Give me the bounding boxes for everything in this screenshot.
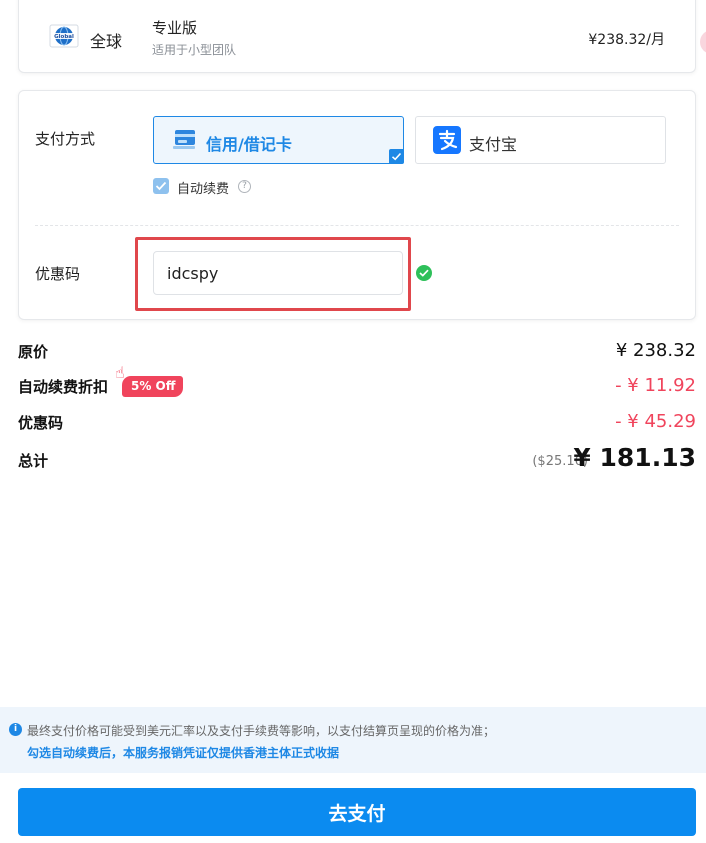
divider xyxy=(35,225,679,226)
payment-notice: i 最终支付价格可能受到美元汇率以及支付手续费等影响，以支付结算页呈现的价格为准… xyxy=(0,707,706,773)
alipay-icon xyxy=(433,126,461,158)
plan-price: ¥238.32/月 xyxy=(588,32,665,48)
plan-card: Global 全球 专业版 适用于小型团队 ¥238.32/月 xyxy=(18,0,696,73)
auto-renew-discount-label: 自动续费折扣 xyxy=(18,378,109,396)
coupon-discount-value: - ¥ 45.29 xyxy=(615,411,696,432)
auto-renew-discount-value: - ¥ 11.92 xyxy=(615,375,696,396)
global-region-logo-icon: Global xyxy=(49,24,79,48)
discount-badge: 5% Off xyxy=(122,376,184,397)
coupon-label: 优惠码 xyxy=(35,265,81,283)
selected-check-icon xyxy=(389,149,404,164)
total-label: 总计 xyxy=(18,452,49,470)
total-row: 总计 ($25.16) ¥ 181.13 xyxy=(18,443,696,473)
help-question-icon[interactable]: ? xyxy=(238,180,251,193)
coupon-valid-check-icon xyxy=(416,265,432,281)
coupon-discount-row: 优惠码 - ¥ 45.29 xyxy=(18,409,696,435)
payment-method-label: 支付方式 xyxy=(35,130,96,148)
payment-option-alipay[interactable]: 支付宝 xyxy=(415,116,666,164)
notice-line-2: 勾选自动续费后，本服务报销凭证仅提供香港主体正式收据 xyxy=(27,746,340,760)
original-price-label: 原价 xyxy=(18,343,49,361)
original-price-row: 原价 ¥ 238.32 xyxy=(18,338,696,364)
auto-renew-discount-row: 自动续费折扣 5% Off ☝ - ¥ 11.92 xyxy=(18,363,696,399)
total-value: ¥ 181.13 xyxy=(573,443,696,472)
auto-renew-checkbox[interactable] xyxy=(153,178,169,194)
alipay-label: 支付宝 xyxy=(469,135,518,154)
region-label: 全球 xyxy=(90,32,123,51)
info-icon: i xyxy=(9,723,22,736)
plan-description: 适用于小型团队 xyxy=(152,43,237,57)
coupon-discount-label: 优惠码 xyxy=(18,414,64,432)
pay-button[interactable]: 去支付 xyxy=(18,788,696,836)
plan-name: 专业版 xyxy=(152,19,198,37)
side-avatar[interactable] xyxy=(700,30,706,54)
original-price-value: ¥ 238.32 xyxy=(615,340,696,361)
credit-card-label: 信用/借记卡 xyxy=(206,135,292,154)
payment-card: 支付方式 信用/借记卡 支付宝 自动续费 ? 优惠码 idcspy xyxy=(18,90,696,320)
pointing-hand-icon: ☝ xyxy=(115,363,125,382)
svg-text:Global: Global xyxy=(54,34,74,40)
auto-renew-label: 自动续费 xyxy=(177,182,230,197)
notice-line-1: 最终支付价格可能受到美元汇率以及支付手续费等影响，以支付结算页呈现的价格为准； xyxy=(27,724,496,738)
coupon-input[interactable] xyxy=(153,251,403,295)
credit-card-icon xyxy=(172,127,198,157)
payment-option-credit-card[interactable]: 信用/借记卡 xyxy=(153,116,404,164)
